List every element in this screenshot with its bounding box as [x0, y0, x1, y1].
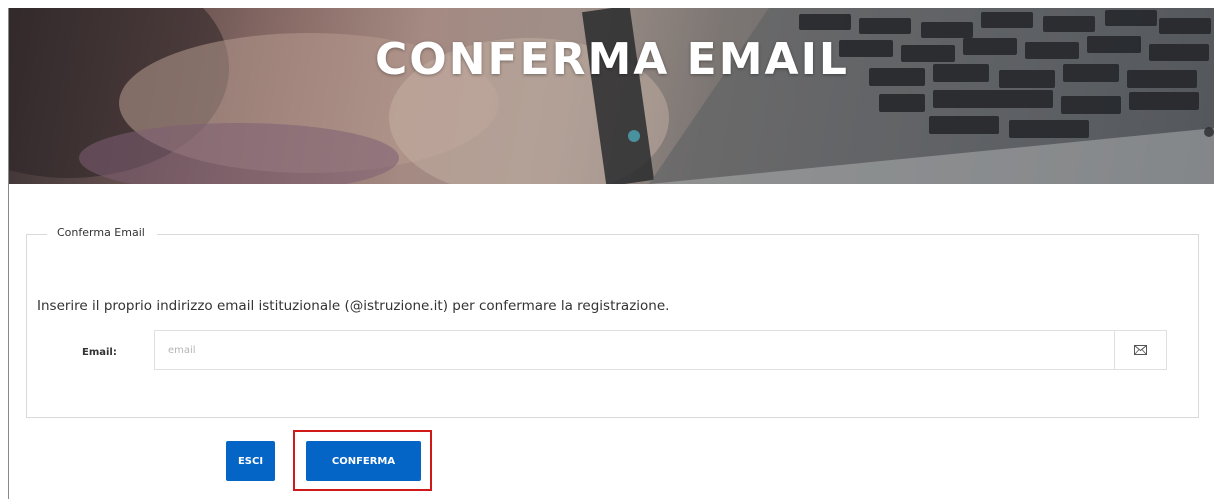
exit-button[interactable]: ESCI: [226, 441, 275, 481]
instructions-text: Inserire il proprio indirizzo email isti…: [37, 298, 670, 314]
confirm-email-fieldset: Conferma Email Inserire il proprio indir…: [26, 226, 1199, 418]
email-input-group: [154, 330, 1167, 370]
email-input[interactable]: [155, 331, 1114, 369]
email-addon: [1114, 331, 1166, 369]
confirm-button[interactable]: CONFERMA: [306, 441, 421, 481]
fieldset-legend: Conferma Email: [47, 226, 157, 239]
email-label: Email:: [82, 347, 117, 358]
envelope-icon: [1134, 345, 1147, 355]
page-frame: CONFERMA EMAIL Conferma Email Inserire i…: [8, 8, 1214, 499]
page-title: CONFERMA EMAIL: [375, 34, 849, 85]
hero-banner: CONFERMA EMAIL: [9, 8, 1214, 184]
